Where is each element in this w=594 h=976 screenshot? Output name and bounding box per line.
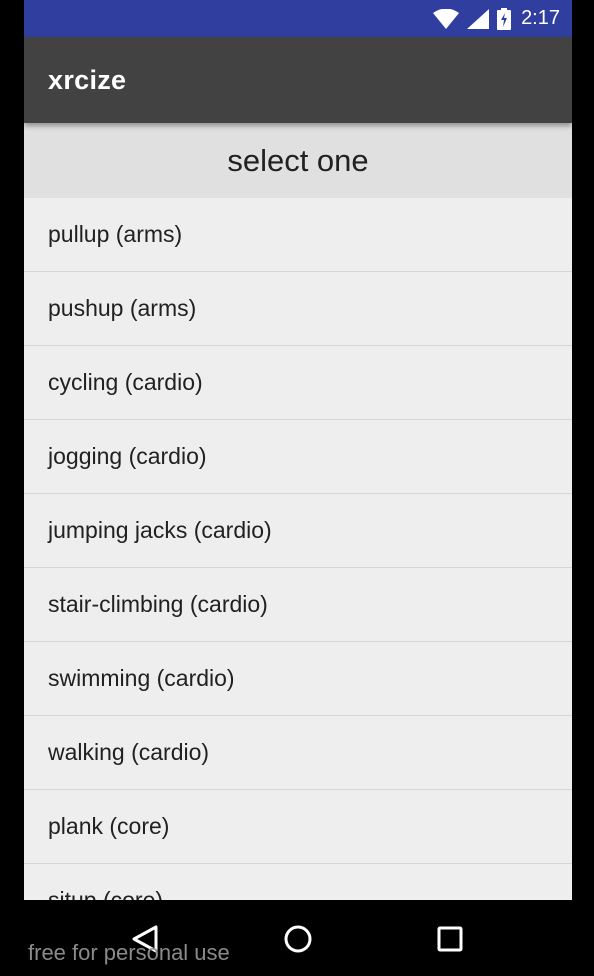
list-item[interactable]: pullup (arms)	[24, 198, 572, 272]
battery-charging-icon	[497, 7, 512, 30]
list-item[interactable]: jumping jacks (cardio)	[24, 494, 572, 568]
list-header: select one	[24, 123, 572, 198]
recents-icon[interactable]	[433, 922, 467, 956]
list-item[interactable]: swimming (cardio)	[24, 642, 572, 716]
app-title: xrcize	[48, 64, 127, 95]
list-item[interactable]: walking (cardio)	[24, 716, 572, 790]
app-bar: xrcize	[24, 37, 572, 123]
list-item[interactable]: pushup (arms)	[24, 272, 572, 346]
cell-signal-icon	[467, 8, 490, 29]
list-item[interactable]: situp (core)	[24, 864, 572, 900]
list-item[interactable]: cycling (cardio)	[24, 346, 572, 420]
watermark-text: free for personal use	[28, 940, 230, 965]
status-bar: 2:17	[24, 0, 572, 37]
home-icon[interactable]	[281, 922, 315, 956]
app-screen: 2:17 xrcize select one pullup (arms) pus…	[24, 0, 572, 900]
wifi-icon	[433, 8, 460, 29]
list-item[interactable]: jogging (cardio)	[24, 420, 572, 494]
exercise-list: pullup (arms) pushup (arms) cycling (car…	[24, 198, 572, 900]
status-time: 2:17	[521, 7, 560, 29]
list-item[interactable]: plank (core)	[24, 790, 572, 864]
list-item[interactable]: stair-climbing (cardio)	[24, 568, 572, 642]
